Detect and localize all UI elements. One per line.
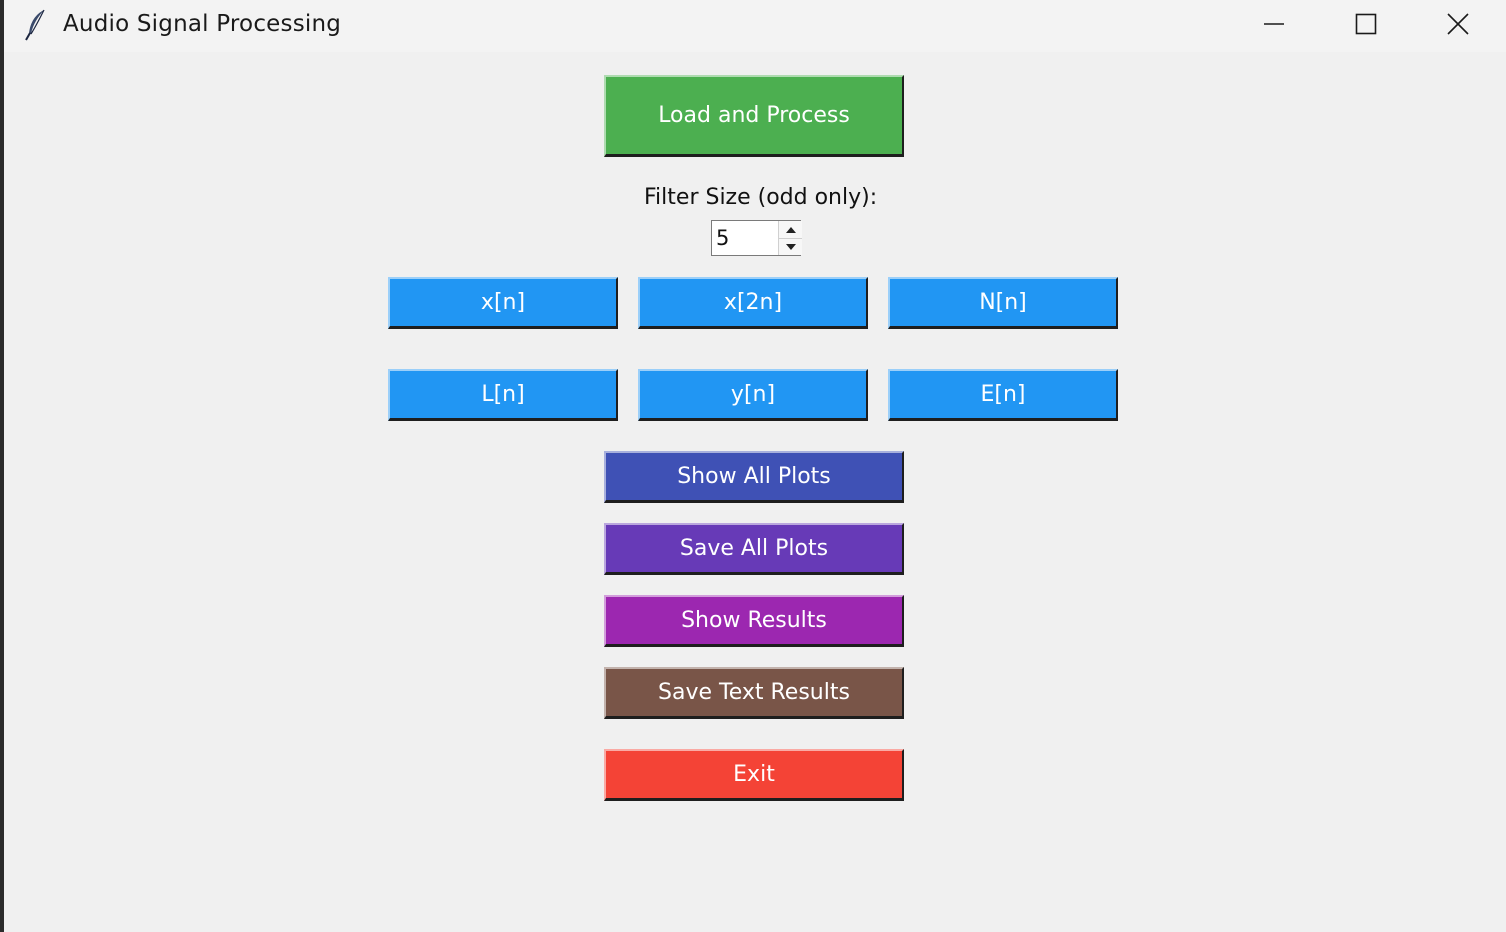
save-text-results-button[interactable]: Save Text Results	[604, 667, 904, 719]
close-icon[interactable]	[1412, 0, 1504, 48]
spinbox-arrows	[778, 221, 802, 255]
maximize-icon[interactable]	[1320, 0, 1412, 48]
save-all-plots-button[interactable]: Save All Plots	[604, 523, 904, 575]
spin-down-arrow-icon[interactable]	[779, 238, 802, 255]
window-title: Audio Signal Processing	[63, 11, 342, 37]
feather-icon	[22, 8, 50, 42]
title-bar[interactable]: Audio Signal Processing	[4, 0, 1506, 52]
exit-button[interactable]: Exit	[604, 749, 904, 801]
x2n-button[interactable]: x[2n]	[638, 277, 868, 329]
spin-up-arrow-icon[interactable]	[779, 221, 802, 239]
show-results-button[interactable]: Show Results	[604, 595, 904, 647]
app-window: Audio Signal Processing Load and Process…	[0, 0, 1506, 932]
filter-size-spinbox[interactable]	[711, 220, 802, 256]
ln-button[interactable]: L[n]	[388, 369, 618, 421]
load-and-process-button[interactable]: Load and Process	[604, 75, 904, 157]
yn-button[interactable]: y[n]	[638, 369, 868, 421]
show-all-plots-button[interactable]: Show All Plots	[604, 451, 904, 503]
filter-size-label: Filter Size (odd only):	[644, 185, 878, 210]
nn-button[interactable]: N[n]	[888, 277, 1118, 329]
en-button[interactable]: E[n]	[888, 369, 1118, 421]
minimize-icon[interactable]	[1228, 0, 1320, 48]
xn-button[interactable]: x[n]	[388, 277, 618, 329]
filter-size-input[interactable]	[712, 221, 780, 255]
